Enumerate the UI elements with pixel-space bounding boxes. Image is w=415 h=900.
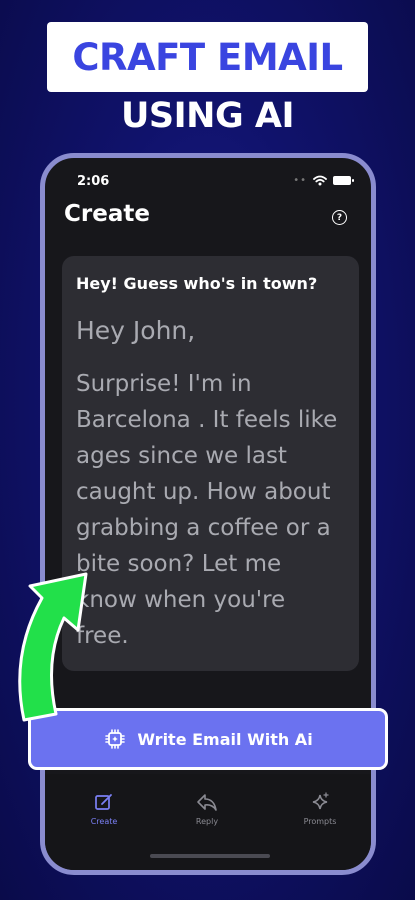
ai-chip-icon [105, 729, 126, 749]
email-subject: Hey! Guess who's in town? [76, 274, 318, 293]
tab-bar: Create Reply Prompts [45, 774, 371, 870]
battery-icon [333, 176, 354, 185]
screen-title: Create [64, 201, 150, 227]
home-indicator [150, 854, 270, 858]
status-time: 2:06 [77, 174, 110, 189]
write-email-ai-label: Write Email With Ai [137, 729, 313, 749]
curved-arrow-icon [18, 572, 88, 722]
signal-dots-icon: •• [293, 175, 307, 186]
tab-prompts[interactable]: Prompts [280, 792, 360, 826]
reply-arrow-icon [197, 794, 217, 811]
tab-prompts-label: Prompts [303, 817, 337, 826]
headline-text: CRAFT EMAIL [72, 35, 343, 79]
subheadline-text: USING AI [121, 96, 294, 136]
compose-icon [95, 794, 112, 810]
tab-create-label: Create [90, 817, 118, 826]
sparkle-icon [312, 792, 329, 810]
tab-reply-label: Reply [195, 817, 219, 826]
status-icons: •• [293, 175, 354, 186]
tab-reply[interactable]: Reply [167, 792, 247, 826]
email-greeting: Hey John, [76, 316, 196, 345]
help-icon[interactable]: ? [332, 210, 347, 225]
wifi-icon [313, 175, 327, 186]
tab-create[interactable]: Create [64, 792, 144, 826]
headline-banner: CRAFT EMAIL [47, 22, 368, 92]
